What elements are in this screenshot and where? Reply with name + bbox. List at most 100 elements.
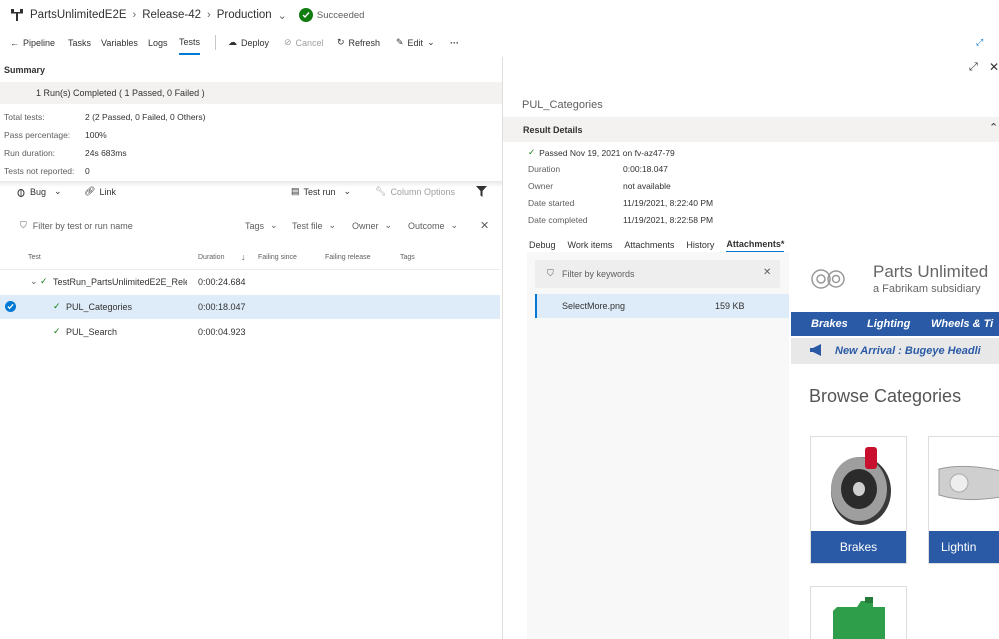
section-title: Result Details — [523, 125, 583, 135]
headlight-image — [935, 463, 999, 503]
outcome-filter-label: Outcome — [408, 220, 445, 231]
table-row[interactable]: ✓ PUL_Categories 0:00:18.047 — [0, 295, 500, 319]
column-header-failing-since[interactable]: Failing since — [258, 254, 297, 261]
deploy-button[interactable]: ☁ Deploy — [228, 30, 269, 55]
edit-button[interactable]: ✎ Edit ⌄ — [396, 30, 435, 55]
brand-name: Parts Unlimited — [873, 262, 989, 281]
stat-row: Pass percentage: 100% — [0, 130, 500, 144]
summary-title: Summary — [4, 65, 46, 75]
detail-field: Date started 11/19/2021, 8:22:40 PM — [503, 198, 999, 212]
test-run-name: TestRun_PartsUnlimitedE2E_Release — [53, 277, 187, 287]
chevron-down-icon: ⌄ — [450, 220, 459, 230]
test-run-label: Test run — [303, 186, 336, 197]
tab-work-items[interactable]: Work items — [568, 237, 613, 253]
check-icon: ✓ — [528, 147, 536, 157]
tab-tasks[interactable]: Tasks — [68, 30, 91, 55]
expand-icon[interactable]: ⤢ — [976, 30, 983, 55]
attachment-name: SelectMore.png — [562, 301, 626, 311]
field-value: 11/19/2021, 8:22:40 PM — [623, 198, 714, 208]
filter-placeholder: Filter by test or run name — [32, 220, 133, 231]
test-results-pane: Summary 1 Run(s) Completed ( 1 Passed, 0… — [0, 57, 502, 639]
column-header-duration[interactable]: Duration — [198, 254, 224, 261]
tab-attachments[interactable]: Attachments — [624, 237, 674, 253]
stat-value: 2 (2 Passed, 0 Failed, 0 Others) — [85, 112, 206, 122]
refresh-icon: ↻ — [337, 37, 345, 47]
tab-debug[interactable]: Debug — [529, 237, 556, 253]
field-value: 11/19/2021, 8:22:58 PM — [623, 215, 714, 225]
tab-variables[interactable]: Variables — [101, 30, 138, 55]
refresh-button[interactable]: ↻ Refresh — [337, 30, 380, 55]
filter-bar: ⛉ Filter by test or run name Tags ⌄ Test … — [10, 215, 497, 237]
sort-descending-icon[interactable]: ↓ — [241, 252, 246, 262]
field-label: Owner — [528, 181, 554, 191]
check-circle-icon — [298, 8, 313, 22]
test-file-filter-dropdown[interactable]: Test file ⌄ — [292, 220, 336, 231]
chevron-up-icon[interactable]: ⌃ — [989, 121, 998, 134]
stat-row: Total tests: 2 (2 Passed, 0 Failed, 0 Ot… — [0, 112, 500, 126]
pipeline-label: Pipeline — [23, 37, 56, 48]
test-run-dropdown[interactable]: ▤ Test run ⌄ — [291, 186, 351, 197]
breadcrumb-project[interactable]: PartsUnlimitedE2E — [30, 9, 127, 21]
breadcrumb-release[interactable]: Release-42 — [142, 9, 201, 21]
filter-icon[interactable] — [476, 186, 487, 197]
tab-logs[interactable]: Logs — [148, 30, 168, 55]
maximize-icon[interactable]: ⤢ — [969, 61, 978, 74]
column-header-tags[interactable]: Tags — [400, 254, 415, 261]
chevron-down-icon: ⌄ — [54, 186, 62, 196]
chevron-right-icon: › — [132, 9, 137, 21]
bug-button[interactable]: Bug ⌄ — [16, 186, 62, 197]
breadcrumb-stage[interactable]: Production — [217, 9, 272, 21]
column-header-failing-release[interactable]: Failing release — [325, 254, 371, 261]
close-icon[interactable]: ✕ — [989, 60, 999, 74]
field-label: Duration — [528, 164, 561, 174]
runs-summary-band: 1 Run(s) Completed ( 1 Passed, 0 Failed … — [0, 82, 502, 104]
grid-icon: ▤ — [291, 186, 300, 196]
attachment-filter-input[interactable]: ⛉ Filter by keywords ✕ — [535, 260, 780, 288]
table-row[interactable]: ✓ PUL_Search 0:00:04.923 — [0, 320, 500, 344]
stat-label: Run duration: — [4, 148, 56, 158]
wrench-icon: 🔧︎ — [375, 186, 387, 196]
preview-nav-bar: Brakes Lighting Wheels & Ti — [791, 312, 999, 336]
brand-tagline: a Fabrikam subsidiary — [873, 283, 981, 295]
oil-canister-image — [829, 597, 889, 639]
toolbar: ← Pipeline Tasks Variables Logs Tests ☁ … — [0, 30, 999, 55]
more-options-button[interactable]: ··· — [450, 30, 459, 55]
chevron-down-icon[interactable]: ⌄ — [30, 276, 38, 287]
result-details-header[interactable]: Result Details ⌃ — [503, 117, 999, 142]
tags-filter-label: Tags — [245, 220, 265, 231]
owner-filter-dropdown[interactable]: Owner ⌄ — [352, 220, 392, 231]
chevron-down-icon: ⌄ — [328, 220, 337, 230]
chevron-down-icon: ⌄ — [384, 220, 393, 230]
parts-unlimited-logo-icon — [811, 264, 845, 294]
column-header-test[interactable]: Test — [28, 254, 41, 261]
back-to-pipeline-button[interactable]: ← Pipeline — [10, 30, 55, 55]
tab-tests[interactable]: Tests — [179, 30, 201, 55]
chevron-down-icon[interactable]: ⌄ — [278, 9, 287, 22]
outcome-filter-dropdown[interactable]: Outcome ⌄ — [408, 220, 458, 231]
toolbar-divider — [215, 35, 216, 50]
test-filter-input[interactable]: ⛉ Filter by test or run name — [20, 220, 133, 231]
table-row[interactable]: ⌄ ✓ TestRun_PartsUnlimitedE2E_Release 0:… — [0, 270, 500, 294]
cancel-label: Cancel — [295, 37, 324, 48]
row-selected-check-icon[interactable] — [5, 301, 16, 312]
status-text: Succeeded — [316, 9, 365, 21]
tab-history[interactable]: History — [686, 237, 714, 253]
cancel-button[interactable]: ⊘ Cancel — [284, 30, 324, 55]
column-options-button[interactable]: 🔧︎ Column Options — [375, 186, 455, 197]
nav-lighting: Lighting — [867, 318, 911, 330]
clear-filters-icon[interactable]: ✕ — [480, 219, 489, 232]
tags-filter-dropdown[interactable]: Tags ⌄ — [245, 220, 278, 231]
link-button[interactable]: 🔗︎ Link — [84, 186, 116, 197]
chevron-right-icon: › — [207, 9, 211, 21]
tab-attachments-active[interactable]: Attachments* — [726, 237, 785, 253]
attachment-item[interactable]: SelectMore.png 159 KB — [535, 294, 789, 318]
pencil-icon: ✎ — [396, 37, 404, 47]
stat-label: Pass percentage: — [4, 130, 71, 140]
nav-brakes: Brakes — [811, 318, 848, 330]
field-label: Date started — [528, 198, 575, 208]
category-label: Lightin — [929, 531, 999, 563]
release-pipeline-icon — [10, 8, 24, 22]
duration-cell: 0:00:04.923 — [198, 327, 246, 337]
browse-categories-heading: Browse Categories — [809, 386, 962, 406]
clear-icon[interactable]: ✕ — [763, 267, 771, 278]
